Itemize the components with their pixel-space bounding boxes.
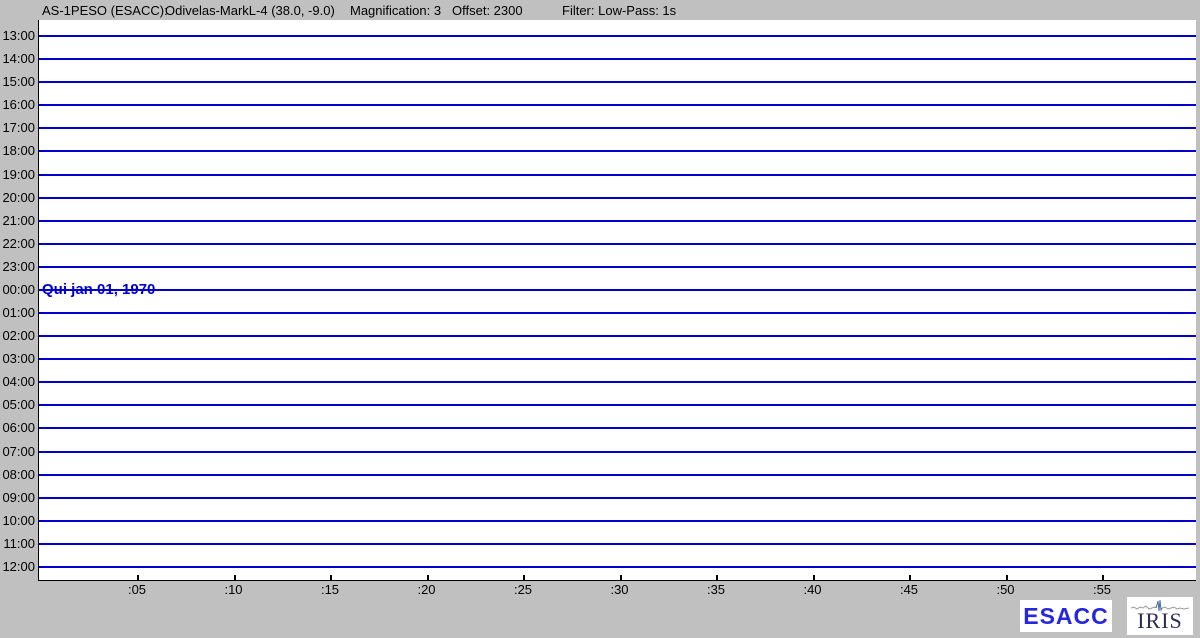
seismic-trace-line (39, 127, 1196, 129)
hour-label: 05:00 (0, 397, 35, 413)
date-annotation: Qui jan 01, 1970 (42, 281, 155, 299)
seismic-trace-line (39, 81, 1196, 83)
seismic-trace-line (39, 381, 1196, 383)
hour-label: 09:00 (0, 490, 35, 506)
seismic-trace-line (39, 104, 1196, 106)
hour-label: 03:00 (0, 351, 35, 367)
hour-label: 04:00 (0, 374, 35, 390)
hour-label: 14:00 (0, 51, 35, 67)
seismic-trace-line (39, 312, 1196, 314)
hour-label: 08:00 (0, 467, 35, 483)
hour-label: 07:00 (0, 444, 35, 460)
seismic-trace-line (39, 150, 1196, 152)
esacc-logo: ESACC (1020, 600, 1112, 632)
hour-label: 10:00 (0, 513, 35, 529)
minute-tick (620, 575, 622, 580)
esacc-logo-text: ESACC (1023, 603, 1109, 630)
minute-tick (909, 575, 911, 580)
station-id-label: AS-1PESO (ESACC): (42, 3, 168, 18)
seismic-trace-line (39, 427, 1196, 429)
minute-tick (330, 575, 332, 580)
minute-label: :15 (305, 582, 355, 597)
minute-tick (716, 575, 718, 580)
minute-label: :10 (209, 582, 259, 597)
minute-tick (1102, 575, 1104, 580)
seismic-trace-line (39, 243, 1196, 245)
minute-label: :50 (981, 582, 1031, 597)
hour-label: 23:00 (0, 259, 35, 275)
filter-label: Filter: Low-Pass: 1s (562, 3, 676, 18)
hour-label: 20:00 (0, 190, 35, 206)
hour-label: 15:00 (0, 74, 35, 90)
helicorder-plot-area[interactable] (38, 20, 1196, 581)
hour-label: 11:00 (0, 536, 35, 552)
seismic-trace-line (39, 197, 1196, 199)
iris-logo-text: IRIS (1137, 611, 1183, 631)
minute-label: :25 (498, 582, 548, 597)
hour-label: 18:00 (0, 143, 35, 159)
seismic-trace-line (39, 335, 1196, 337)
minute-tick (137, 575, 139, 580)
offset-label: Offset: 2300 (452, 3, 523, 18)
minute-tick (234, 575, 236, 580)
seismic-trace-line (39, 58, 1196, 60)
hour-label: 02:00 (0, 328, 35, 344)
seismic-trace-line (39, 174, 1196, 176)
seismic-trace-line (39, 474, 1196, 476)
minute-label: :05 (112, 582, 162, 597)
minute-tick (813, 575, 815, 580)
seismic-trace-line (39, 35, 1196, 37)
iris-logo: IRIS (1127, 597, 1193, 635)
amaseis-helicorder-window: { "window": { "background": "#c0c0c0", "… (0, 0, 1200, 638)
seismic-trace-line (39, 220, 1196, 222)
seismic-trace-line (39, 266, 1196, 268)
minute-label: :20 (402, 582, 452, 597)
hour-label: 19:00 (0, 167, 35, 183)
minute-label: :45 (884, 582, 934, 597)
hour-label: 13:00 (0, 28, 35, 44)
minute-label: :40 (788, 582, 838, 597)
hour-label: 16:00 (0, 97, 35, 113)
minute-label: :55 (1077, 582, 1127, 597)
minute-label: :30 (595, 582, 645, 597)
hour-label: 12:00 (0, 559, 35, 575)
seismic-trace-line (39, 543, 1196, 545)
hour-label: 06:00 (0, 420, 35, 436)
seismic-trace-line (39, 358, 1196, 360)
minute-label: :35 (691, 582, 741, 597)
hour-label: 21:00 (0, 213, 35, 229)
seismic-trace-line (39, 566, 1196, 568)
hour-label: 17:00 (0, 120, 35, 136)
minute-tick (427, 575, 429, 580)
seismic-trace-line (39, 289, 1196, 291)
seismic-trace-line (39, 404, 1196, 406)
seismic-trace-line (39, 520, 1196, 522)
seismic-trace-line (39, 497, 1196, 499)
hour-label: 01:00 (0, 305, 35, 321)
minute-tick (1006, 575, 1008, 580)
sensor-location-label: Odivelas-MarkL-4 (38.0, -9.0) (165, 3, 335, 18)
hour-label: 00:00 (0, 282, 35, 298)
minute-tick (523, 575, 525, 580)
magnification-label: Magnification: 3 (350, 3, 441, 18)
hour-label: 22:00 (0, 236, 35, 252)
seismic-trace-line (39, 451, 1196, 453)
